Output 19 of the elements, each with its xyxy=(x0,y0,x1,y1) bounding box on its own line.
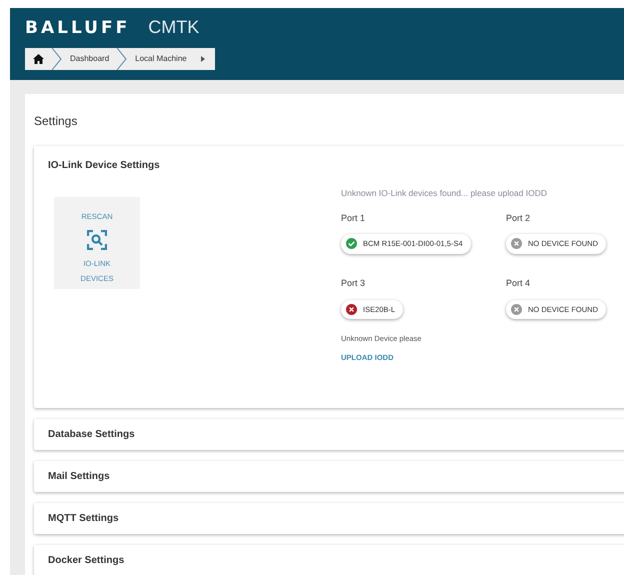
scan-search-icon xyxy=(87,230,107,250)
app-title: CMTK xyxy=(148,17,200,37)
port-label: Port 1 xyxy=(341,212,366,225)
settings-section[interactable]: Docker Settings xyxy=(34,545,624,575)
breadcrumb-separator xyxy=(52,48,62,70)
page-title: Settings xyxy=(34,113,78,130)
settings-section[interactable]: MQTT Settings xyxy=(34,503,624,534)
settings-section[interactable]: Database Settings xyxy=(34,419,624,450)
settings-section[interactable]: Mail Settings xyxy=(34,461,624,492)
brand-logo: BALLUFF xyxy=(25,18,130,38)
breadcrumb-link[interactable]: Local Machine xyxy=(127,52,195,64)
port-label: Port 2 xyxy=(506,212,532,225)
breadcrumb-link[interactable]: Dashboard xyxy=(62,52,118,64)
section-title: IO-Link Device Settings xyxy=(47,159,161,173)
port-label: Port 3 xyxy=(341,277,366,290)
caret-icon xyxy=(200,56,205,62)
breadcrumb-separator xyxy=(117,48,128,70)
status-message: Unknown IO-Link devices found... please upload IODD xyxy=(341,187,548,200)
port-label: Port 4 xyxy=(506,277,532,290)
